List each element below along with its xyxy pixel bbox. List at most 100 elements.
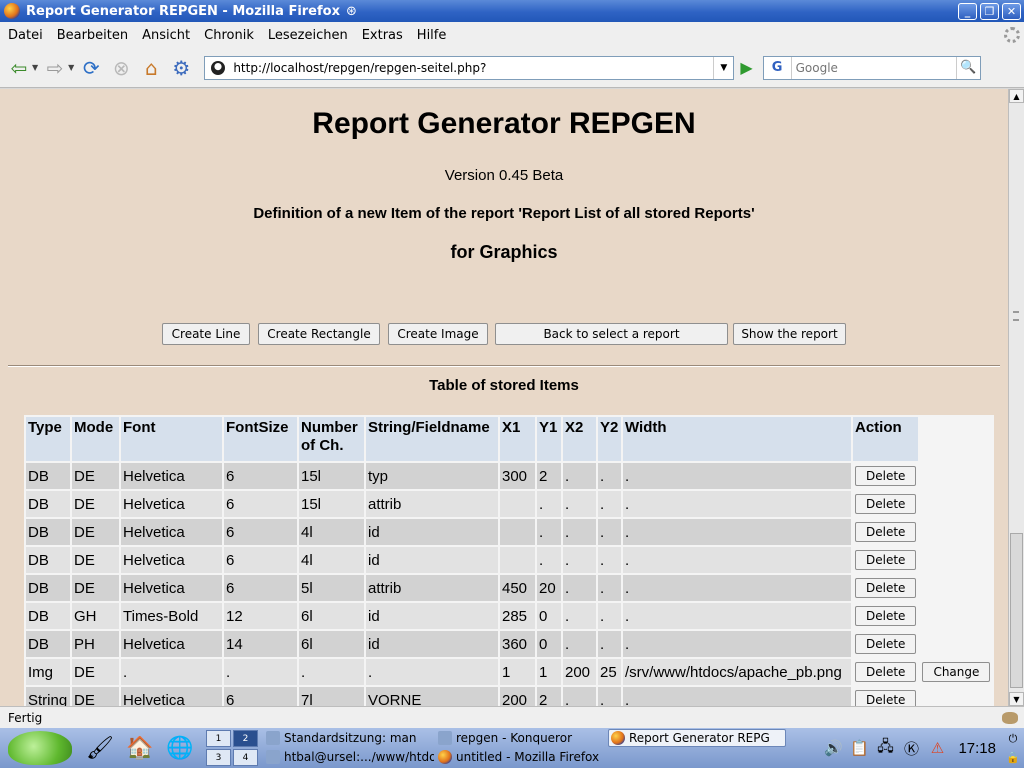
home-folder-icon[interactable]: 🏠 (123, 731, 157, 765)
header-action: Action (853, 417, 919, 461)
task-konqueror[interactable]: repgen - Konqueror (436, 729, 606, 747)
search-bar[interactable]: G 🔍 (762, 55, 981, 80)
menu-bearbeiten[interactable]: Bearbeiten (57, 28, 128, 43)
cell-y1: . (537, 491, 561, 517)
scroll-up-icon[interactable]: ▲ (1009, 89, 1024, 103)
delete-button[interactable]: Delete (855, 690, 917, 706)
menu-datei[interactable]: Datei (8, 28, 43, 43)
menu-ansicht[interactable]: Ansicht (142, 28, 190, 43)
go-icon[interactable]: ▶ (740, 58, 752, 77)
cell-fontsize: 12 (224, 603, 297, 629)
cell-y1: 0 (537, 603, 561, 629)
addon-icon[interactable]: ⚙ (168, 55, 194, 81)
menu-chronik[interactable]: Chronik (204, 28, 254, 43)
back-icon[interactable]: ⇦ (6, 55, 32, 81)
konqueror-icon[interactable]: 🌐 (163, 731, 197, 765)
cell-string-fieldname: VORNE (366, 687, 498, 706)
stop-icon[interactable]: ⊗ (108, 55, 134, 81)
start-menu-button[interactable] (0, 728, 80, 768)
scroll-down-icon[interactable]: ▼ (1009, 692, 1024, 706)
pager-desktop-1[interactable]: 1 (206, 730, 231, 747)
forward-history-dropdown-icon[interactable]: ▼ (68, 63, 74, 72)
page-content: Report Generator REPGEN Version 0.45 Bet… (0, 89, 1008, 706)
delete-button[interactable]: Delete (855, 578, 917, 598)
cell-mode: DE (72, 547, 119, 573)
menu-hilfe[interactable]: Hilfe (417, 28, 447, 43)
task-standardsitzung[interactable]: Standardsitzung: man (264, 729, 434, 747)
cell-string-fieldname: id (366, 603, 498, 629)
menu-extras[interactable]: Extras (362, 28, 403, 43)
close-button[interactable]: ✕ (1002, 2, 1021, 20)
kde-tray-icon[interactable]: Ⓚ (900, 737, 922, 759)
cell-y2: . (598, 491, 621, 517)
cell-y1: 2 (537, 687, 561, 706)
clock[interactable]: 17:18 (958, 740, 996, 757)
cell-type: DB (26, 463, 70, 489)
menu-lesezeichen[interactable]: Lesezeichen (268, 28, 348, 43)
delete-button[interactable]: Delete (855, 522, 917, 542)
cell-action: Delete (853, 687, 918, 706)
create-line-button[interactable]: Create Line (162, 323, 250, 345)
maximize-button[interactable]: ❐ (980, 2, 999, 20)
cell-y2: 25 (598, 659, 621, 685)
forward-icon[interactable]: ⇨ (42, 55, 68, 81)
cell-x2: . (563, 547, 596, 573)
header-y1: Y1 (537, 417, 561, 461)
delete-button[interactable]: Delete (855, 550, 917, 570)
cell-type: DB (26, 519, 70, 545)
search-icon[interactable]: 🔍 (955, 56, 980, 79)
cell-type: DB (26, 631, 70, 657)
desktop-pager[interactable]: 1 2 3 4 (206, 730, 258, 766)
search-input[interactable] (791, 60, 956, 75)
back-history-dropdown-icon[interactable]: ▼ (32, 63, 38, 72)
change-button[interactable]: Change (922, 662, 991, 682)
delete-button[interactable]: Delete (855, 606, 917, 626)
scroll-thumb[interactable] (1010, 533, 1023, 688)
delete-button[interactable]: Delete (855, 634, 917, 654)
cell-y2: . (598, 519, 621, 545)
pager-desktop-3[interactable]: 3 (206, 749, 231, 766)
search-engine-icon[interactable]: G (764, 56, 792, 79)
task-terminal[interactable]: htbal@ursel:.../www/htdo (264, 748, 434, 766)
minimize-button[interactable]: _ (958, 2, 977, 20)
header-spacer (920, 417, 992, 461)
klipper-icon[interactable]: 📋 (848, 737, 870, 759)
cell-action: Delete (853, 463, 918, 489)
status-addon-icon[interactable] (1002, 711, 1018, 724)
back-to-select-button[interactable]: Back to select a report (495, 323, 728, 345)
home-icon[interactable]: ⌂ (138, 55, 164, 81)
firefox-icon[interactable] (4, 3, 20, 19)
items-table: Type Mode Font FontSize Number of Ch. St… (24, 415, 995, 706)
pin-icon[interactable]: ⊛ (346, 4, 357, 19)
cell-action: Delete (853, 603, 918, 629)
desktop-icon[interactable]: 🖌 (83, 731, 117, 765)
logout-icon[interactable]: ⏻ (1004, 730, 1022, 747)
url-input[interactable] (233, 60, 714, 75)
window-title-text: Report Generator REPGEN - Mozilla Firefo… (26, 3, 340, 19)
network-icon[interactable]: 🖧 (874, 737, 896, 759)
terminal-session-icon (266, 731, 280, 745)
url-bar[interactable]: ▼ (204, 55, 735, 80)
cell-mode: DE (72, 463, 119, 489)
delete-button[interactable]: Delete (855, 466, 917, 486)
delete-button[interactable]: Delete (855, 494, 917, 514)
task-label: Standardsitzung: man (284, 731, 417, 745)
pager-desktop-4[interactable]: 4 (233, 749, 258, 766)
lock-icon[interactable]: 🔒 (1004, 749, 1022, 766)
task-untitled-firefox[interactable]: untitled - Mozilla Firefox (436, 748, 606, 766)
show-report-button[interactable]: Show the report (733, 323, 846, 345)
reload-icon[interactable]: ⟳ (78, 55, 104, 81)
volume-icon[interactable]: 🔊 (822, 737, 844, 759)
create-rectangle-button[interactable]: Create Rectangle (258, 323, 380, 345)
table-header-row: Type Mode Font FontSize Number of Ch. St… (26, 417, 992, 461)
create-image-button[interactable]: Create Image (388, 323, 488, 345)
table-row: DB GH Times-Bold 12 6l id 285 0... Delete (26, 603, 992, 629)
cell-action: Delete (853, 547, 918, 573)
pager-desktop-2[interactable]: 2 (233, 730, 258, 747)
warning-icon[interactable]: ⚠ (926, 737, 948, 759)
delete-button[interactable]: Delete (855, 662, 917, 682)
url-dropdown-icon[interactable]: ▼ (713, 56, 733, 79)
task-report-generator[interactable]: Report Generator REPG (608, 729, 786, 747)
cell-y1: 0 (537, 631, 561, 657)
vertical-scrollbar[interactable]: ▲ ▼ (1008, 89, 1024, 706)
